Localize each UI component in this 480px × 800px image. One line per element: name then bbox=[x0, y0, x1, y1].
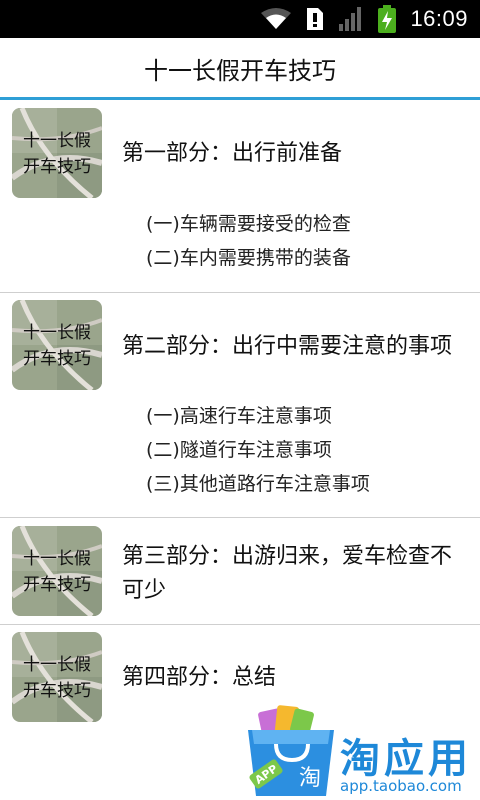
wifi-icon bbox=[261, 8, 292, 29]
section-thumbnail: 十一长假 开车技巧 bbox=[12, 526, 102, 616]
list-item-section-3[interactable]: 十一长假 开车技巧 第三部分：出游归来，爱车检查不可少 bbox=[0, 518, 480, 625]
section-thumbnail: 十一长假 开车技巧 bbox=[12, 108, 102, 198]
bag-character: 淘 bbox=[299, 766, 321, 791]
signal-icon bbox=[339, 7, 362, 31]
map-thumbnail-image: 十一长假 开车技巧 bbox=[12, 632, 102, 722]
thumbnail-text-line1: 十一长假 bbox=[23, 131, 91, 151]
sub-item-link[interactable]: (二)车内需要携带的装备 bbox=[146, 245, 351, 271]
sub-item-link[interactable]: (一)车辆需要接受的检查 bbox=[146, 211, 351, 237]
status-bar: 16:09 bbox=[0, 0, 480, 38]
notification-icon bbox=[307, 8, 324, 30]
map-thumbnail-image: 十一长假 开车技巧 bbox=[12, 526, 102, 616]
section-thumbnail: 十一长假 开车技巧 bbox=[12, 632, 102, 722]
section-title: 第一部分：出行前准备 bbox=[122, 141, 343, 166]
thumbnail-text-line2: 开车技巧 bbox=[23, 681, 91, 701]
app-header: 十一长假开车技巧 bbox=[0, 38, 480, 98]
status-time: 16:09 bbox=[410, 6, 468, 31]
thumbnail-text-line2: 开车技巧 bbox=[23, 575, 91, 595]
page-title: 十一长假开车技巧 bbox=[144, 56, 336, 85]
list-item-section-1[interactable]: 十一长假 开车技巧 第一部分：出行前准备 (一)车辆需要接受的检查 (二)车内需… bbox=[0, 100, 480, 293]
list-item-section-2[interactable]: 十一长假 开车技巧 第二部分：出行中需要注意的事项 (一)高速行车注意事项 (二… bbox=[0, 293, 480, 518]
section-title: 第四部分：总结 bbox=[122, 665, 277, 690]
map-thumbnail-image: 十一长假 开车技巧 bbox=[12, 108, 102, 198]
section-thumbnail: 十一长假 开车技巧 bbox=[12, 300, 102, 390]
sub-item-link[interactable]: (三)其他道路行车注意事项 bbox=[146, 471, 370, 497]
section-title: 第三部分：出游归来，爱车检查不可少 bbox=[122, 544, 453, 603]
battery-charging-icon bbox=[378, 5, 397, 33]
sub-item-link[interactable]: (二)隧道行车注意事项 bbox=[146, 437, 332, 463]
thumbnail-text-line1: 十一长假 bbox=[23, 655, 91, 675]
taobao-app-badge[interactable]: APP 淘 淘应用 app.taobao.com bbox=[240, 700, 480, 800]
badge-url: app.taobao.com bbox=[340, 777, 462, 795]
thumbnail-text-line1: 十一长假 bbox=[23, 549, 91, 569]
thumbnail-text-line2: 开车技巧 bbox=[23, 157, 91, 177]
thumbnail-text-line2: 开车技巧 bbox=[23, 349, 91, 369]
status-icons: 16:09 bbox=[260, 0, 468, 38]
shopping-bag-icon: APP 淘 bbox=[248, 705, 334, 796]
badge-brand-name: 淘应用 bbox=[340, 736, 472, 782]
sub-item-link[interactable]: (一)高速行车注意事项 bbox=[146, 403, 332, 429]
map-thumbnail-image: 十一长假 开车技巧 bbox=[12, 300, 102, 390]
thumbnail-text-line1: 十一长假 bbox=[23, 323, 91, 343]
section-title: 第二部分：出行中需要注意的事项 bbox=[122, 334, 453, 359]
